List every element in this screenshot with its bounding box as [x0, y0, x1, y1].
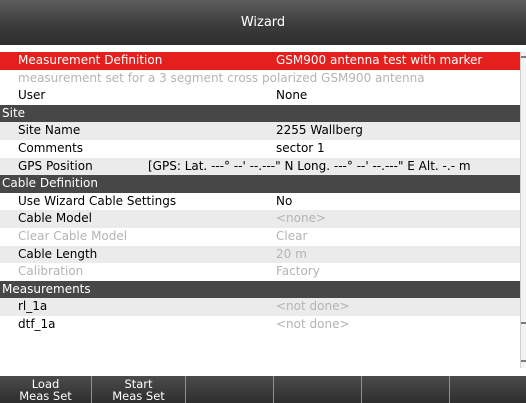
param-value: Clear [276, 228, 308, 243]
param-row-site-name[interactable]: Site Name 2255 Wallberg [0, 122, 520, 140]
param-value: None [276, 88, 308, 103]
param-row-measurement-set-for-a-3-segment-cross-po: measurement set for a 3 segment cross po… [0, 69, 520, 88]
param-label: Comments [18, 140, 84, 155]
param-row-user[interactable]: User None [0, 87, 520, 105]
section-title: Measurements [2, 281, 91, 296]
param-value: 20 m [276, 246, 307, 261]
section-title: Site [2, 105, 26, 120]
scrollbar-mark [521, 56, 526, 58]
param-row-gps-position[interactable]: GPS Position [GPS: Lat. ---° --' --.---" … [0, 157, 520, 176]
scrollbar-mark [521, 322, 526, 324]
softkey-empty-5[interactable] [362, 376, 450, 403]
param-value: <not done> [276, 299, 350, 314]
param-row-measurement-definition[interactable]: Measurement Definition GSM900 antenna tes… [0, 52, 520, 70]
section-title: Cable Definition [2, 176, 98, 191]
softkey-start-meas-set-button[interactable]: Start Meas Set [92, 376, 186, 403]
param-value: <none> [276, 211, 327, 226]
param-value: GSM900 antenna test with marker [276, 53, 483, 67]
softkey-empty-3[interactable] [186, 376, 274, 403]
param-value: [GPS: Lat. ---° --' --.---" N Long. ---°… [148, 158, 471, 173]
param-label: Calibration [18, 264, 84, 279]
scrollbar[interactable] [520, 52, 526, 368]
param-value: Factory [276, 264, 320, 279]
param-label: Measurement Definition [18, 53, 163, 67]
param-row-clear-cable-model: Clear Cable Model Clear [0, 227, 520, 246]
param-label: GPS Position [18, 158, 93, 173]
param-value: 2255 Wallberg [276, 123, 363, 138]
section-header-measurements: Measurements [0, 280, 520, 299]
param-label: Cable Model [18, 211, 92, 226]
param-label: rl_1a [18, 299, 48, 314]
param-label: Clear Cable Model [18, 228, 128, 243]
softkey-empty-4[interactable] [274, 376, 362, 403]
softkey-empty-6[interactable] [450, 376, 526, 403]
param-label: dtf_1a [18, 316, 56, 331]
param-label: User [18, 88, 46, 103]
softkey-bar: Load Meas SetStart Meas SetExit Wizard [0, 376, 526, 403]
window-title: Wizard [0, 0, 526, 45]
section-header-cable-definition: Cable Definition [0, 175, 520, 193]
param-value: <not done> [276, 316, 350, 331]
scrollbar-mark [521, 360, 526, 362]
param-row-use-wizard-cable-settings[interactable]: Use Wizard Cable Settings No [0, 192, 520, 211]
param-label: Site Name [18, 123, 81, 138]
param-label: Cable Length [18, 246, 98, 261]
param-row-calibration: Calibration Factory [0, 263, 520, 281]
param-label: Use Wizard Cable Settings [18, 193, 177, 208]
param-value: sector 1 [276, 140, 325, 155]
param-row-cable-length[interactable]: Cable Length 20 m [0, 245, 520, 264]
param-row-comments[interactable]: Comments sector 1 [0, 139, 520, 158]
param-value: No [276, 193, 293, 208]
param-row-cable-model[interactable]: Cable Model <none> [0, 210, 520, 228]
softkey-load-meas-set-button[interactable]: Load Meas Set [0, 376, 92, 403]
param-label: measurement set for a 3 segment cross po… [18, 70, 425, 85]
param-row-rl-1a[interactable]: rl_1a <not done> [0, 298, 520, 316]
section-header-site: Site [0, 104, 520, 123]
param-row-dtf-1a[interactable]: dtf_1a <not done> [0, 315, 520, 334]
wizard-parameter-list: Measurement Definition GSM900 antenna tes… [0, 52, 520, 334]
